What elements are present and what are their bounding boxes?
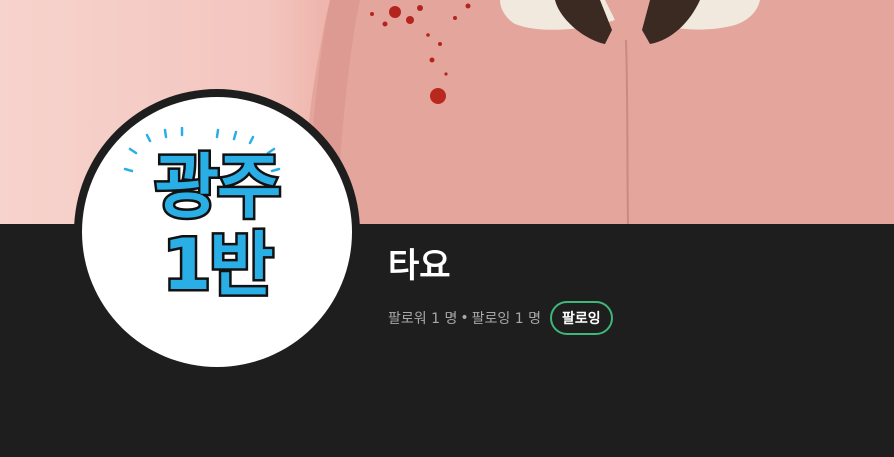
- profile-username: 타요: [388, 246, 451, 286]
- followers-unit: 명: [444, 311, 458, 327]
- following-label: 팔로잉: [471, 311, 511, 327]
- followers-stat[interactable]: 팔로워 1 명: [388, 308, 457, 328]
- followers-label: 팔로워: [388, 311, 427, 327]
- profile-page: 광주 1반 타요 팔로워 1 명 • 팔로잉 1 명 팔로잉: [0, 0, 894, 457]
- following-count: 1: [514, 311, 524, 327]
- avatar-text-line1: 광주: [152, 145, 284, 230]
- following-stat[interactable]: 팔로잉 1 명: [472, 308, 541, 328]
- avatar[interactable]: 광주 1반: [82, 97, 352, 367]
- followers-count: 1: [431, 311, 441, 327]
- stats-separator: •: [460, 310, 469, 326]
- profile-stats: 팔로워 1 명 • 팔로잉 1 명 팔로잉: [388, 301, 613, 335]
- following-unit: 명: [528, 311, 541, 327]
- avatar-text-line2: 1반: [160, 223, 276, 308]
- following-button[interactable]: 팔로잉: [549, 301, 613, 335]
